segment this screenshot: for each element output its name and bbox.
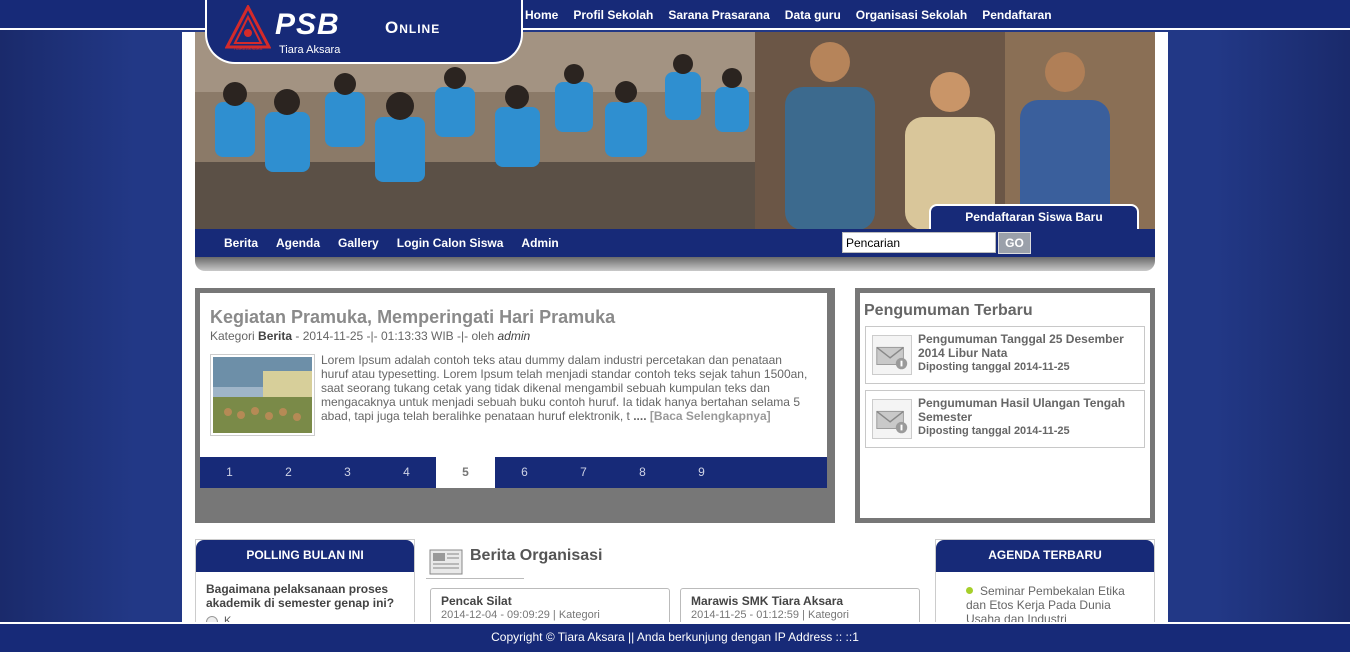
agenda-widget: AGENDA TERBARU Seminar Pembekalan Etika … xyxy=(935,539,1155,629)
announcement-date: Diposting tanggal 2014-11-25 xyxy=(918,361,1070,373)
news-excerpt: Lorem Ipsum adalah contoh teks atau dumm… xyxy=(321,353,808,423)
footer: Copyright © Tiara Aksara || Anda berkunj… xyxy=(0,622,1350,652)
news-category: Berita xyxy=(258,329,293,343)
news-meta: Kategori Berita - 2014-11-25 -|- 01:13:3… xyxy=(210,329,531,343)
topnav-sarana-prasarana-link[interactable]: Sarana Prasarana xyxy=(668,8,769,22)
subnav-admin-link[interactable]: Admin xyxy=(521,236,558,250)
logo-title: PSB xyxy=(275,8,340,41)
poll-widget: POLLING BULAN INI Bagaimana pelaksanaan … xyxy=(195,539,415,629)
school-emblem-icon: TIARA AKSARA xyxy=(225,5,271,51)
news-article: Kegiatan Pramuka, Memperingati Hari Pram… xyxy=(200,293,827,458)
heading-divider xyxy=(426,578,524,579)
mail-icon xyxy=(872,399,912,439)
announcement-item[interactable]: Pengumuman Hasil Ulangan Tengah Semester… xyxy=(865,390,1145,448)
topnav-home-link[interactable]: Home xyxy=(525,8,558,22)
announcement-date: Diposting tanggal 2014-11-25 xyxy=(918,425,1070,437)
poll-question: Bagaimana pelaksanaan proses akademik di… xyxy=(206,582,395,610)
mail-icon xyxy=(872,335,912,375)
page-link-active[interactable]: 5 xyxy=(436,457,495,488)
subnav-berita-link[interactable]: Berita xyxy=(224,236,258,250)
topnav-data-guru-link[interactable]: Data guru xyxy=(785,8,841,22)
news-thumbnail[interactable] xyxy=(210,354,315,436)
org-news-title[interactable]: Pencak Silat xyxy=(441,594,512,608)
org-news-meta: 2014-12-04 - 09:09:29 | Kategori xyxy=(441,609,600,621)
secondary-navbar: Berita Agenda Gallery Login Calon Siswa … xyxy=(195,229,1155,257)
page-link[interactable]: 2 xyxy=(259,457,318,488)
emblem-text: TIARA AKSARA xyxy=(234,46,263,51)
top-navbar: Home Profil Sekolah Sarana Prasarana Dat… xyxy=(0,0,1350,30)
nav-shadow-divider xyxy=(195,257,1155,271)
topnav-organisasi-sekolah-link[interactable]: Organisasi Sekolah xyxy=(856,8,967,22)
org-news-meta: 2014-11-25 - 01:12:59 | Kategori xyxy=(691,609,849,621)
agenda-item[interactable]: Seminar Pembekalan Etika dan Etos Kerja … xyxy=(966,584,1146,626)
read-more-link[interactable]: [Baca Selengkapnya] xyxy=(650,409,771,423)
secondary-nav: Berita Agenda Gallery Login Calon Siswa … xyxy=(224,229,577,257)
news-section: Kegiatan Pramuka, Memperingati Hari Pram… xyxy=(195,288,835,523)
page-link[interactable]: 4 xyxy=(377,457,436,488)
subnav-gallery-link[interactable]: Gallery xyxy=(338,236,379,250)
site-logo[interactable]: TIARA AKSARA PSB Online Tiara Aksara xyxy=(205,0,523,64)
page-link[interactable]: 8 xyxy=(613,457,672,488)
news-title[interactable]: Kegiatan Pramuka, Memperingati Hari Pram… xyxy=(210,307,615,328)
logo-subtitle: Tiara Aksara xyxy=(279,44,341,56)
top-nav: Home Profil Sekolah Sarana Prasarana Dat… xyxy=(525,0,1067,30)
announcement-title[interactable]: Pengumuman Tanggal 25 Desember 2014 Libu… xyxy=(918,332,1138,360)
organization-news-title: Berita Organisasi xyxy=(470,547,603,564)
scout-activity-photo xyxy=(213,357,312,433)
topnav-profil-sekolah-link[interactable]: Profil Sekolah xyxy=(573,8,653,22)
logo-online-text: Online xyxy=(385,18,441,37)
page-link[interactable]: 6 xyxy=(495,457,554,488)
register-tab[interactable]: Pendaftaran Siswa Baru xyxy=(929,204,1139,230)
search-input[interactable] xyxy=(842,232,996,253)
teachers-photo xyxy=(755,32,1155,230)
announcements-panel: Pengumuman Terbaru Pengumuman Tanggal 25… xyxy=(860,293,1150,518)
search-go-button[interactable]: GO xyxy=(998,232,1031,254)
subnav-login-calon-siswa-link[interactable]: Login Calon Siswa xyxy=(397,236,504,250)
page-link[interactable]: 1 xyxy=(200,457,259,488)
announcement-item[interactable]: Pengumuman Tanggal 25 Desember 2014 Libu… xyxy=(865,326,1145,384)
newspaper-icon xyxy=(429,549,463,575)
news-author: admin xyxy=(497,329,531,343)
org-news-title[interactable]: Marawis SMK Tiara Aksara xyxy=(691,594,843,608)
announcements-section: Pengumuman Terbaru Pengumuman Tanggal 25… xyxy=(855,288,1155,523)
news-pagination: 1 2 3 4 5 6 7 8 9 xyxy=(200,457,827,488)
page-link[interactable]: 9 xyxy=(672,457,731,488)
page-link[interactable]: 3 xyxy=(318,457,377,488)
page-link[interactable]: 7 xyxy=(554,457,613,488)
organization-news: Berita Organisasi Pencak Silat 2014-12-0… xyxy=(426,540,921,630)
announcements-title: Pengumuman Terbaru xyxy=(864,302,1033,319)
agenda-heading: AGENDA TERBARU xyxy=(936,540,1154,572)
announcement-title[interactable]: Pengumuman Hasil Ulangan Tengah Semester xyxy=(918,396,1138,424)
topnav-pendaftaran-link[interactable]: Pendaftaran xyxy=(982,8,1051,22)
poll-heading: POLLING BULAN INI xyxy=(196,540,414,572)
subnav-agenda-link[interactable]: Agenda xyxy=(276,236,320,250)
